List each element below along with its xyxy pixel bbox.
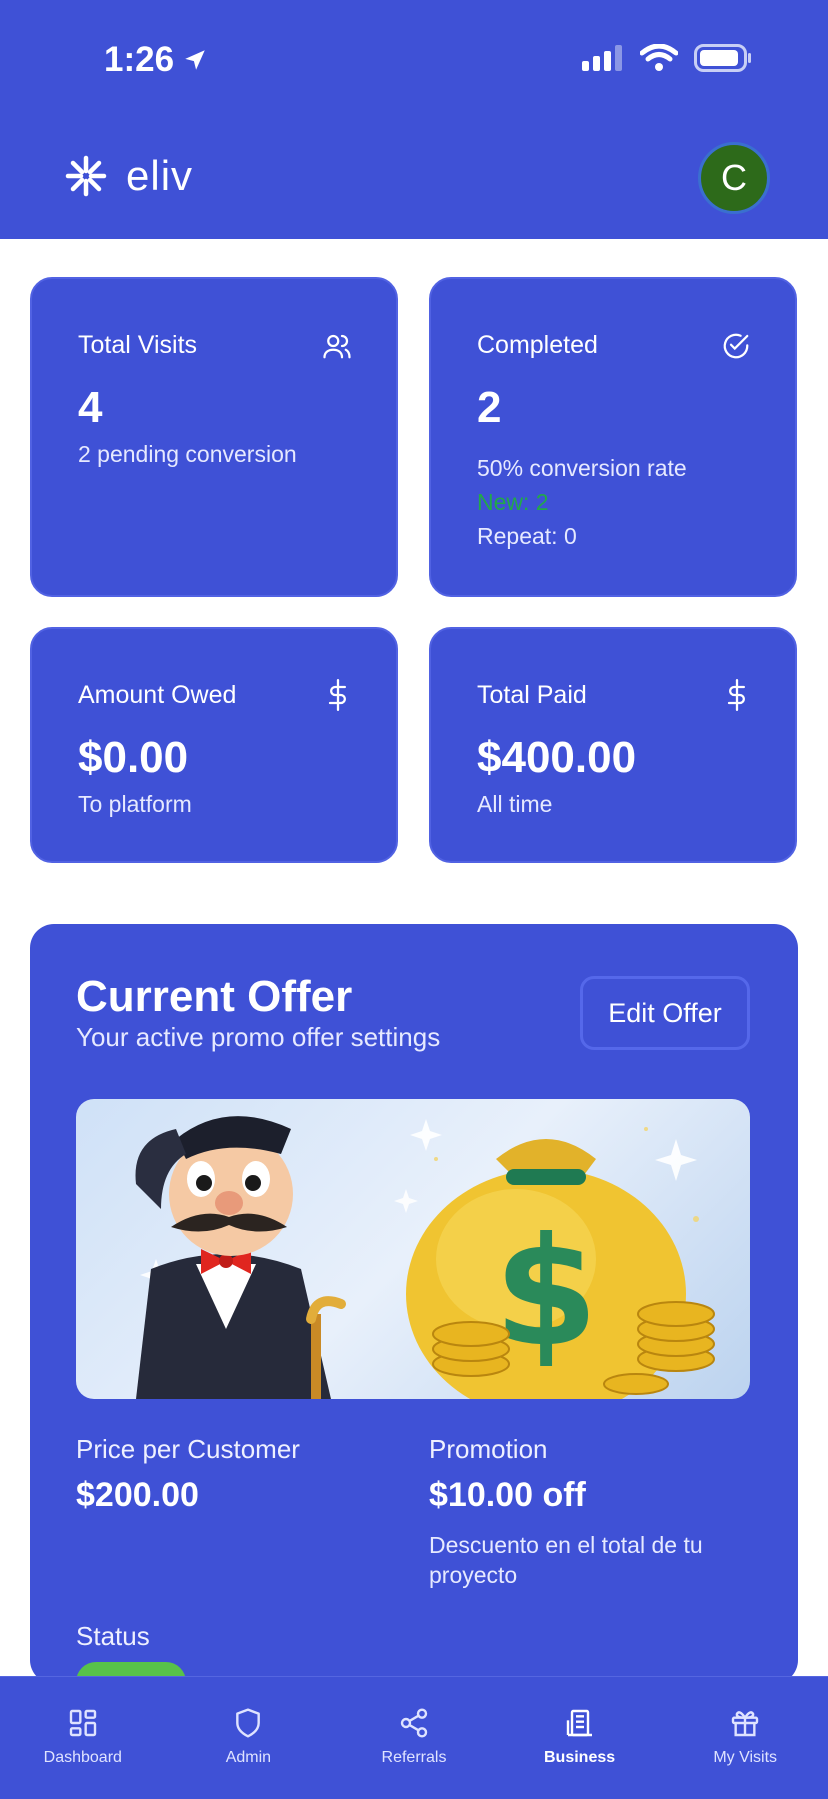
svg-text:$: $ — [494, 1206, 598, 1380]
nav-label: Referrals — [381, 1749, 447, 1766]
wifi-icon — [640, 44, 678, 71]
battery-icon — [694, 44, 751, 72]
offer-title: Current Offer — [76, 972, 353, 1021]
share-icon — [400, 1708, 428, 1738]
amount-owed-card: Amount Owed $0.00 To platform — [30, 627, 398, 863]
users-icon — [323, 334, 351, 359]
sunburst-logo-icon — [65, 155, 107, 197]
brand-logo[interactable]: eliv — [64, 152, 193, 200]
grid-icon — [69, 1709, 96, 1737]
nav-business[interactable]: Business — [497, 1677, 663, 1799]
promotion-value: $10.00 off — [429, 1476, 586, 1514]
card-subtext: All time — [477, 791, 553, 817]
card-title: Total Paid — [477, 681, 587, 709]
current-offer-card: Current Offer Your active promo offer se… — [30, 924, 798, 1702]
card-subtext: 2 pending conversion — [78, 441, 297, 467]
building-icon — [566, 1709, 592, 1737]
price-value: $200.00 — [76, 1476, 199, 1514]
nav-label: Dashboard — [43, 1749, 122, 1766]
price-label: Price per Customer — [76, 1434, 300, 1464]
status-time: 1:26 — [104, 40, 208, 80]
nav-my-visits[interactable]: My Visits — [662, 1677, 828, 1799]
conversion-rate: 50% conversion rate — [477, 455, 687, 481]
card-value: $0.00 — [78, 733, 189, 782]
status-indicators — [582, 44, 752, 72]
card-value: $400.00 — [477, 733, 637, 782]
brand-name: eliv — [126, 152, 194, 199]
new-count: New: 2 — [477, 489, 549, 515]
card-subtext: To platform — [78, 791, 192, 817]
card-value: 2 — [477, 383, 502, 432]
clock-text: 1:26 — [104, 40, 175, 79]
nav-admin[interactable]: Admin — [166, 1677, 332, 1799]
signal-icon — [582, 45, 622, 71]
promo-illustration: $ — [135, 1116, 715, 1399]
dollar-icon — [727, 679, 745, 711]
offer-subtitle: Your active promo offer settings — [76, 1022, 441, 1052]
nav-label: My Visits — [713, 1749, 778, 1766]
card-title: Total Visits — [78, 331, 198, 359]
dollar-icon — [328, 679, 346, 711]
check-circle-icon — [723, 333, 749, 359]
card-title: Completed — [477, 331, 598, 359]
promotion-label: Promotion — [429, 1434, 548, 1464]
nav-dashboard[interactable]: Dashboard — [0, 1677, 166, 1799]
card-title: Amount Owed — [78, 681, 237, 709]
edit-offer-button[interactable]: Edit Offer — [580, 976, 750, 1050]
location-arrow-icon — [185, 50, 205, 70]
gift-icon — [731, 1711, 759, 1737]
promotion-description: Descuento en el total de tu proyecto — [429, 1532, 703, 1588]
nav-label: Business — [544, 1749, 616, 1766]
total-paid-card: Total Paid $400.00 All time — [429, 627, 797, 863]
promo-image: $ — [76, 1099, 750, 1399]
completed-card: Completed 2 50% conversion rate New: 2 R… — [429, 277, 797, 597]
repeat-count: Repeat: 0 — [477, 523, 577, 549]
card-value: 4 — [78, 383, 103, 432]
total-visits-card: Total Visits 4 2 pending conversion — [30, 277, 398, 597]
bottom-nav: Dashboard Admin Referrals Business My Vi… — [0, 1676, 828, 1799]
nav-label: Admin — [225, 1749, 272, 1766]
shield-icon — [236, 1708, 261, 1738]
user-avatar[interactable]: C — [698, 142, 770, 214]
status-label: Status — [76, 1621, 150, 1651]
nav-referrals[interactable]: Referrals — [331, 1677, 497, 1799]
app-header: 1:26 eliv C — [0, 0, 828, 239]
